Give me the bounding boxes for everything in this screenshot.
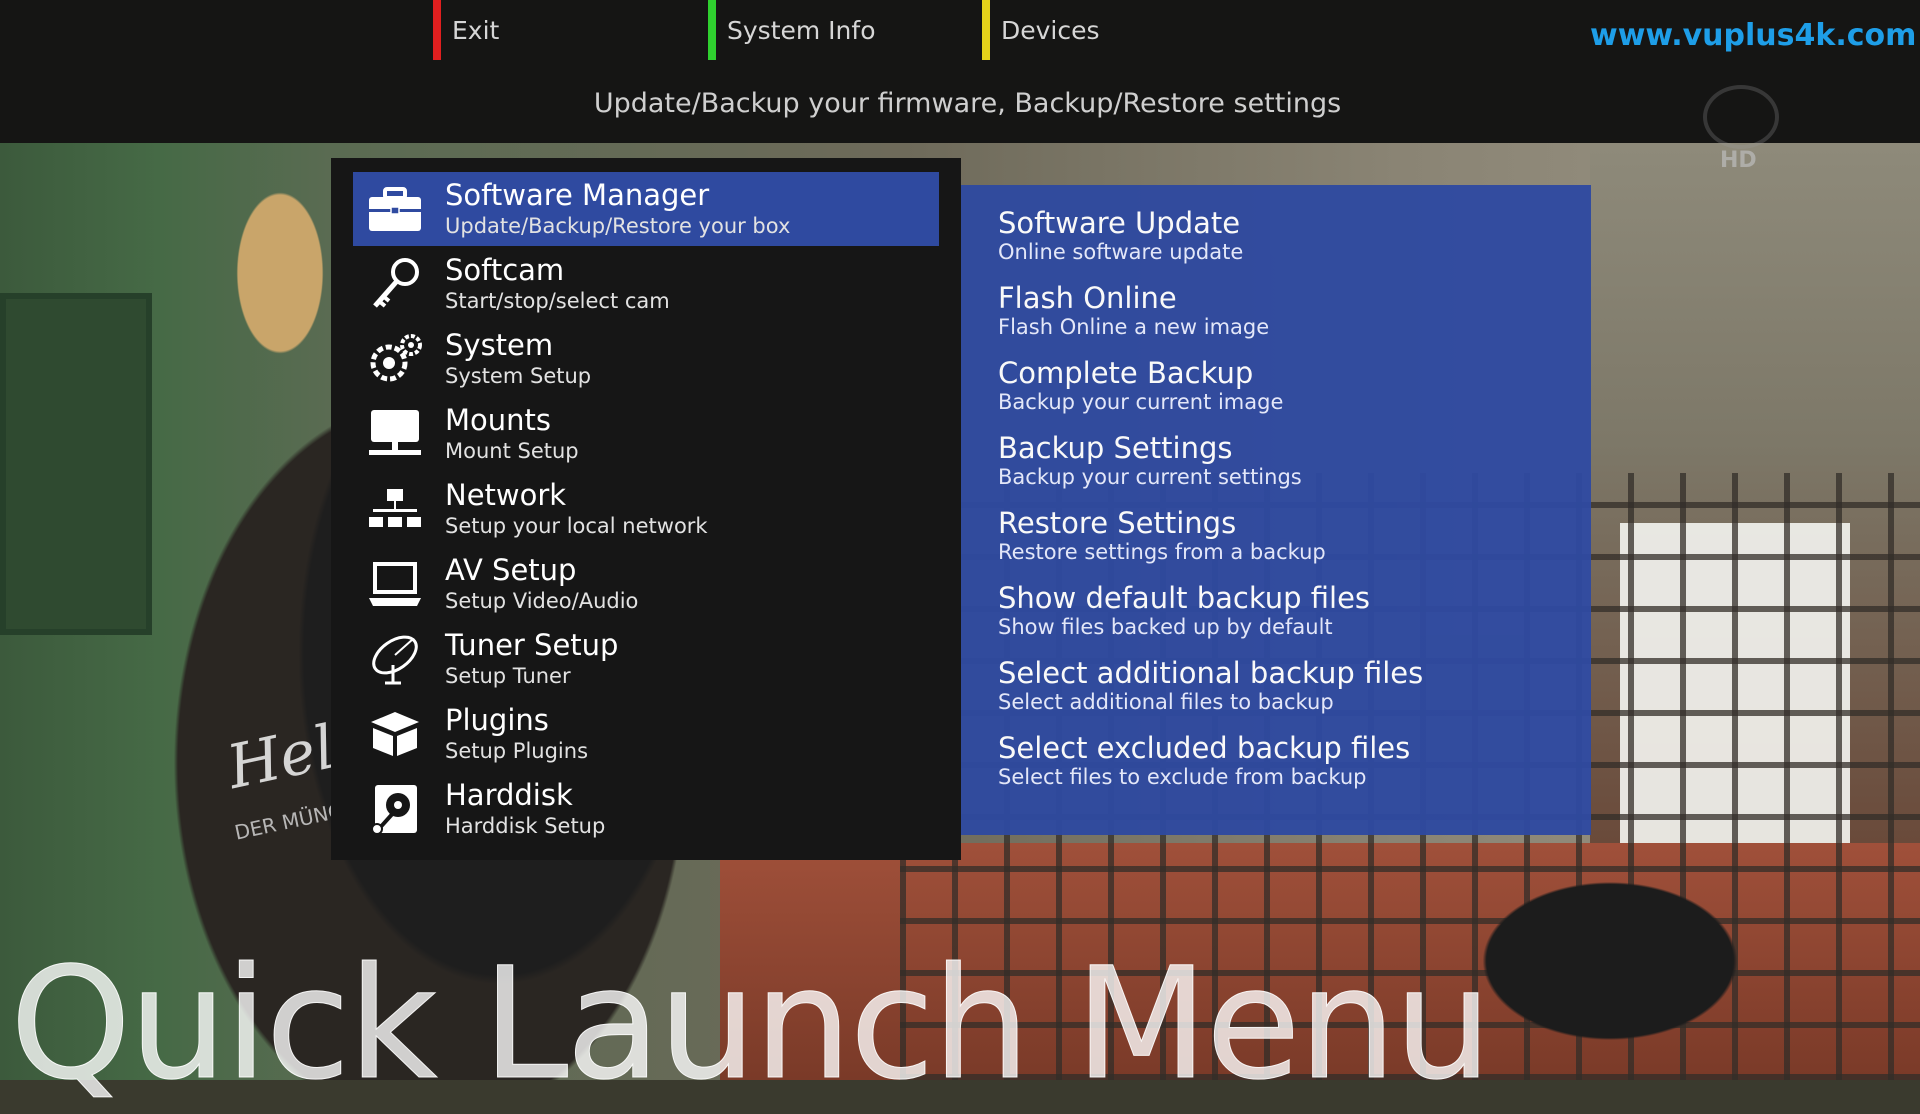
menu-item-harddisk[interactable]: Harddisk Harddisk Setup xyxy=(353,772,939,846)
submenu-item-title: Software Update xyxy=(998,206,1241,240)
submenu-panel: Software Update Online software update F… xyxy=(961,185,1591,835)
key-icon xyxy=(373,258,419,308)
scene-door xyxy=(0,293,152,635)
submenu-item-title: Restore Settings xyxy=(998,506,1237,540)
menu-item-desc: Setup your local network xyxy=(445,514,708,538)
channel-logo-icon xyxy=(1703,85,1779,149)
menu-item-system[interactable]: System System Setup xyxy=(353,322,939,396)
menu-item-desc: System Setup xyxy=(445,364,592,388)
devices-key-label: Devices xyxy=(1001,15,1100,45)
menu-item-desc: Setup Tuner xyxy=(445,664,571,688)
menu-item-tuner-setup[interactable]: Tuner Setup Setup Tuner xyxy=(353,622,939,696)
menu-item-title: Software Manager xyxy=(445,178,710,212)
menu-item-mounts[interactable]: Mounts Mount Setup xyxy=(353,397,939,471)
menu-item-softcam[interactable]: Softcam Start/stop/select cam xyxy=(353,247,939,321)
menu-item-plugins[interactable]: Plugins Setup Plugins xyxy=(353,697,939,771)
submenu-item-title: Select excluded backup files xyxy=(998,731,1411,765)
menu-item-title: Plugins xyxy=(445,703,549,737)
submenu-item-flash-online[interactable]: Flash Online Flash Online a new image xyxy=(998,260,1578,339)
devices-key[interactable]: Devices xyxy=(982,0,1100,60)
red-key-marker xyxy=(433,0,441,60)
menu-item-title: Mounts xyxy=(445,403,552,437)
header-bar: Exit System Info Devices www.vuplus4k.co… xyxy=(0,0,1920,149)
menu-item-title: Network xyxy=(445,478,567,512)
gears-icon xyxy=(370,334,422,382)
submenu-item-title: Select additional backup files xyxy=(998,656,1424,690)
menu-item-desc: Harddisk Setup xyxy=(445,814,606,838)
toolbox-icon xyxy=(369,187,421,231)
green-key-marker xyxy=(708,0,716,60)
menu-item-title: AV Setup xyxy=(445,553,577,587)
submenu-item-title: Backup Settings xyxy=(998,431,1233,465)
network-drive-icon xyxy=(369,410,421,455)
hd-badge: HD xyxy=(1720,148,1757,173)
submenu-item-title: Flash Online xyxy=(998,281,1177,315)
submenu-item-title: Complete Backup xyxy=(998,356,1254,390)
satellite-dish-icon xyxy=(372,635,418,685)
menu-item-desc: Setup Plugins xyxy=(445,739,589,763)
menu-item-desc: Start/stop/select cam xyxy=(445,289,670,313)
menu-item-desc: Setup Video/Audio xyxy=(445,589,639,613)
submenu-item-software-update[interactable]: Software Update Online software update xyxy=(998,185,1578,264)
exit-key-label: Exit xyxy=(452,15,500,45)
submenu-item-show-default-backup-files[interactable]: Show default backup files Show files bac… xyxy=(998,560,1578,639)
submenu-item-restore-settings[interactable]: Restore Settings Restore settings from a… xyxy=(998,485,1578,564)
yellow-key-marker xyxy=(982,0,990,60)
menu-item-software-manager[interactable]: Software Manager Update/Backup/Restore y… xyxy=(353,172,939,246)
network-icon xyxy=(369,489,421,527)
submenu-item-title: Show default backup files xyxy=(998,581,1371,615)
exit-key[interactable]: Exit xyxy=(433,0,499,60)
system-info-key[interactable]: System Info xyxy=(708,0,876,60)
main-menu: Software Manager Update/Backup/Restore y… xyxy=(331,158,961,860)
menu-item-title: Tuner Setup xyxy=(445,628,619,662)
menu-item-title: Harddisk xyxy=(445,778,573,812)
menu-item-av-setup[interactable]: AV Setup Setup Video/Audio xyxy=(353,547,939,621)
submenu-item-backup-settings[interactable]: Backup Settings Backup your current sett… xyxy=(998,410,1578,489)
system-info-key-label: System Info xyxy=(727,15,876,45)
screen-title: Quick Launch Menu xyxy=(10,935,1493,1114)
menu-item-desc: Mount Setup xyxy=(445,439,579,463)
package-icon xyxy=(371,712,419,756)
page-subtitle: Update/Backup your firmware, Backup/Rest… xyxy=(593,88,1342,119)
site-watermark: www.vuplus4k.com xyxy=(1590,18,1917,53)
submenu-item-select-additional-backup-files[interactable]: Select additional backup files Select ad… xyxy=(998,635,1578,714)
submenu-item-select-excluded-backup-files[interactable]: Select excluded backup files Select file… xyxy=(998,710,1578,789)
scene-hair xyxy=(210,143,350,403)
menu-item-title: System xyxy=(445,328,554,362)
menu-item-title: Softcam xyxy=(445,253,565,287)
menu-item-network[interactable]: Network Setup your local network xyxy=(353,472,939,546)
submenu-item-complete-backup[interactable]: Complete Backup Backup your current imag… xyxy=(998,335,1578,414)
menu-item-desc: Update/Backup/Restore your box xyxy=(445,214,791,238)
submenu-item-desc: Select files to exclude from backup xyxy=(998,765,1367,789)
harddisk-icon xyxy=(371,785,417,835)
laptop-icon xyxy=(369,562,421,606)
